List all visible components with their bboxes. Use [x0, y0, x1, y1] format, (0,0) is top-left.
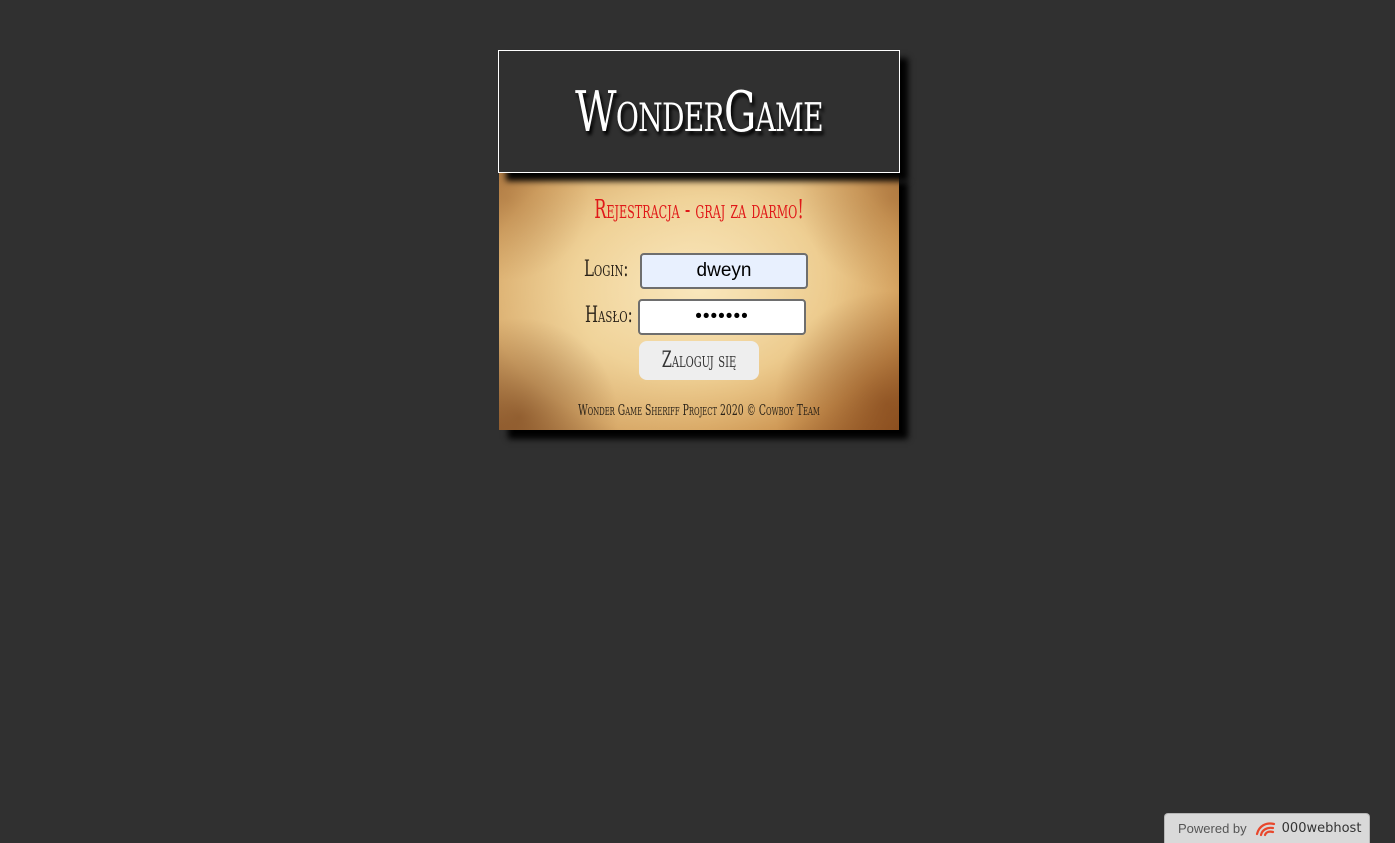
footer-copyright: Wonder Game Sheriff Project 2020 © Cowbo… [578, 401, 820, 419]
login-container: WonderGame Rejestracja - graj za darmo! … [498, 50, 900, 430]
password-label: Hasło: [585, 303, 633, 328]
password-input[interactable] [638, 299, 806, 335]
login-panel: Rejestracja - graj za darmo! Login: Hasł… [499, 173, 899, 430]
login-button[interactable]: Zaloguj się [639, 341, 759, 380]
000webhost-logo-icon [1255, 821, 1275, 836]
powered-by-badge[interactable]: Powered by 000webhost [1164, 813, 1370, 843]
login-input[interactable] [640, 253, 808, 289]
powered-by-text: Powered by [1178, 821, 1247, 836]
registration-link[interactable]: Rejestracja - graj za darmo! [575, 195, 823, 225]
login-label: Login: [584, 257, 629, 282]
site-header: WonderGame [498, 50, 900, 173]
login-button-label: Zaloguj się [661, 348, 737, 373]
brand-name: 000webhost [1281, 821, 1362, 836]
site-title: WonderGame [575, 80, 823, 145]
